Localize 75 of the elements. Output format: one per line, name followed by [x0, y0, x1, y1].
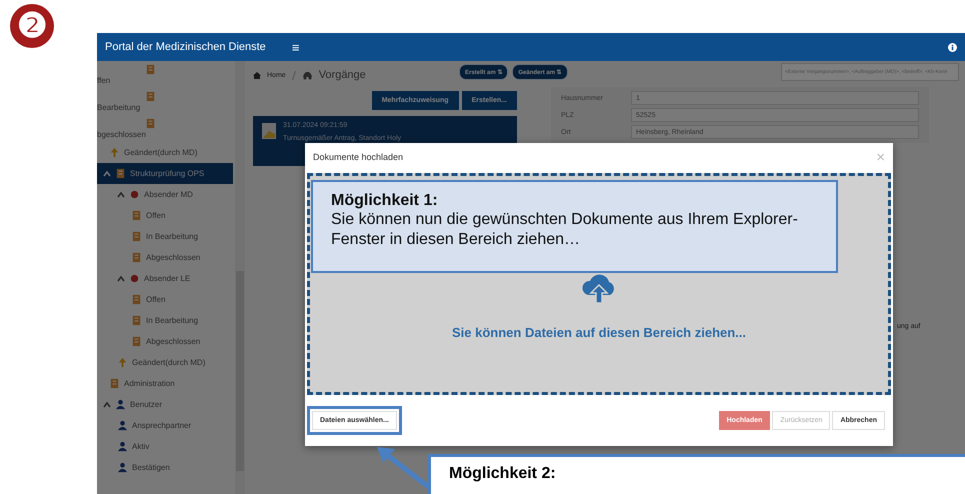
item-label: Offen: [146, 211, 166, 220]
tree-item[interactable]: ffen: [97, 61, 233, 88]
item-label: Aktiv: [132, 442, 150, 451]
home-icon: [253, 72, 261, 78]
item-label: In Bearbeitung: [146, 232, 198, 241]
document-icon: [131, 231, 142, 242]
document-icon: [109, 378, 120, 389]
tree-item[interactable]: Absender MD: [97, 184, 233, 205]
arrow-icon: [117, 357, 128, 368]
item-label: bgeschlossen: [97, 130, 146, 139]
item-label: Administration: [124, 379, 175, 388]
tree-item[interactable]: Bearbeitung: [97, 88, 233, 115]
tree-item[interactable]: Geändert(durch MD): [97, 142, 233, 163]
dot-icon: [129, 273, 140, 284]
tree-item[interactable]: Offen: [97, 289, 233, 310]
document-icon: [131, 315, 142, 326]
dot-icon: [129, 189, 140, 200]
document-icon: [131, 210, 142, 221]
menu-button[interactable]: ≡: [292, 40, 300, 54]
person-icon: [117, 441, 128, 452]
chevron-icon[interactable]: [117, 274, 125, 282]
tree-item[interactable]: Offen: [97, 205, 233, 226]
document-icon: [131, 336, 142, 347]
document-icon: [115, 168, 126, 179]
chevron-icon[interactable]: [117, 190, 125, 198]
callout-title: Möglichkeit 1:: [331, 192, 439, 210]
info-icon[interactable]: [948, 42, 957, 52]
item-label: In Bearbeitung: [146, 316, 198, 325]
person-icon: [117, 420, 128, 431]
document-icon: [131, 294, 142, 305]
car-icon: [302, 70, 313, 80]
document-icon: [131, 252, 142, 263]
tree-item[interactable]: Strukturprüfung OPS: [97, 163, 233, 184]
tree-item[interactable]: Geändert(durch MD): [97, 352, 233, 373]
item-label: Ansprechpartner: [132, 421, 192, 430]
document-icon: [261, 122, 277, 140]
tree-item[interactable]: bgeschlossen: [97, 115, 233, 142]
person-icon: [115, 399, 126, 410]
document-icon: [145, 64, 156, 75]
item-label: Absender MD: [144, 190, 193, 199]
tree-item[interactable]: Abgeschlossen: [97, 331, 233, 352]
arrow-icon: [109, 147, 120, 158]
item-label: Benutzer: [130, 400, 162, 409]
document-icon: [145, 118, 156, 129]
tree-item[interactable]: In Bearbeitung: [97, 226, 233, 247]
tree-item[interactable]: Absender LE: [97, 268, 233, 289]
step-number: ❷: [10, 4, 54, 48]
app-title: Portal der Medizinischen Dienste: [105, 41, 266, 53]
document-icon: [145, 91, 156, 102]
item-label: Bearbeitung: [97, 103, 140, 112]
tree-item[interactable]: Abgeschlossen: [97, 247, 233, 268]
item-label: Bestätigen: [132, 463, 170, 472]
close-button[interactable]: ×: [876, 150, 885, 164]
item-label: Abgeschlossen: [146, 337, 200, 346]
cloud-upload-icon: [581, 273, 617, 305]
drop-hint: Sie können Dateien auf diesen Bereich ziehen...: [452, 325, 746, 340]
tree-item[interactable]: Benutzer: [97, 394, 233, 415]
tree-item[interactable]: Administration: [97, 373, 233, 394]
chevron-icon[interactable]: [103, 400, 111, 408]
callout-text: Sie können nun die gewünschten Dokumente aus Ihrem Explorer-Fenster in diesen Bereich ziehen…: [331, 210, 799, 250]
item-label: ffen: [97, 76, 110, 85]
tree-item[interactable]: Aktiv: [97, 436, 233, 457]
item-label: Absender LE: [144, 274, 190, 283]
item-label: Abgeschlossen: [146, 253, 200, 262]
slash-icon: [292, 70, 296, 80]
tree-item[interactable]: Ansprechpartner: [97, 415, 233, 436]
person-icon: [117, 462, 128, 473]
item-label: Offen: [146, 295, 166, 304]
item-label: Geändert(durch MD): [132, 358, 206, 367]
callout-title: Möglichkeit 2:: [449, 465, 556, 482]
tree-item[interactable]: Bestätigen: [97, 457, 233, 478]
tree-item[interactable]: In Bearbeitung: [97, 310, 233, 331]
item-label: Geändert(durch MD): [124, 148, 198, 157]
item-label: Strukturprüfung OPS: [130, 169, 204, 178]
dialog-title: Dokumente hochladen: [313, 152, 404, 162]
